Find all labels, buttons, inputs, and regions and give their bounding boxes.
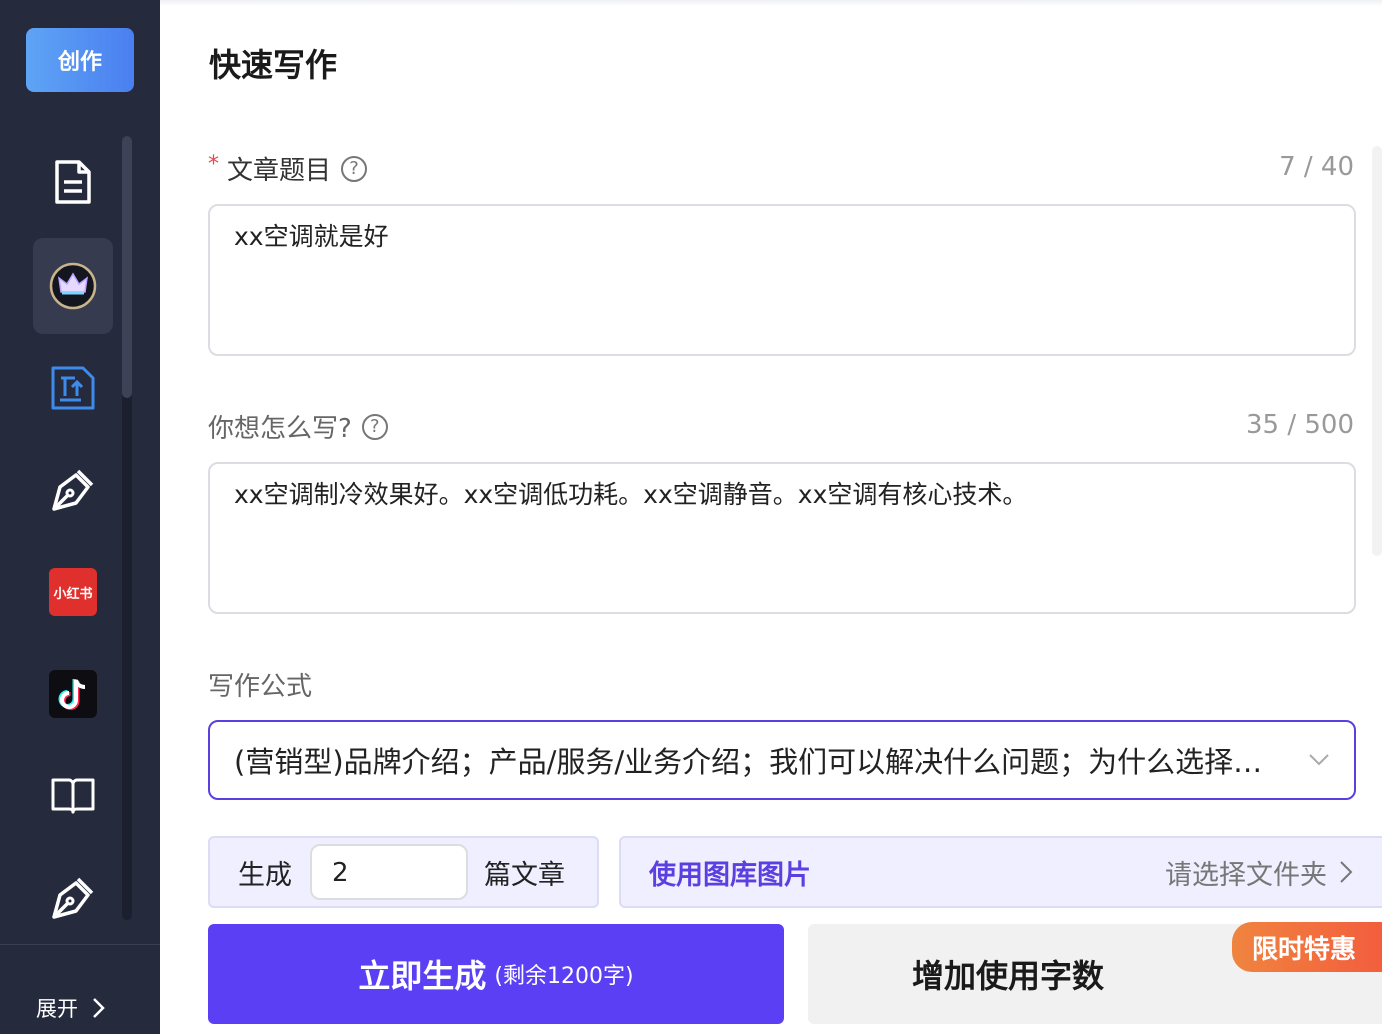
chevron-down-icon <box>1309 754 1329 766</box>
sidebar-item-crown[interactable] <box>33 238 113 334</box>
help-icon-2[interactable]: ? <box>361 413 388 440</box>
main-top-shadow <box>160 0 1382 6</box>
document-icon <box>55 160 91 204</box>
writing-formula-selected: (营销型)品牌介绍；产品/服务/业务介绍；我们可以解决什么问题；为什么选择我们 <box>234 745 1292 779</box>
crown-icon <box>49 262 97 310</box>
generate-now-button[interactable]: 立即生成 (剩余1200字) <box>208 924 784 1024</box>
how-to-write-label: 你想怎么写? ? <box>208 408 388 445</box>
how-to-write-label-text: 你想怎么写? <box>208 414 352 444</box>
page-title: 快速写作 <box>209 46 338 84</box>
generate-count-input[interactable]: 2 <box>310 844 468 900</box>
sidebar-scrollbar-thumb[interactable] <box>122 136 132 398</box>
gallery-folder-picker[interactable]: 请选择文件夹 <box>1165 853 1353 892</box>
promo-badge: 限时特惠 <box>1232 922 1382 972</box>
writing-formula-select[interactable]: (营销型)品牌介绍；产品/服务/业务介绍；我们可以解决什么问题；为什么选择我们 <box>208 720 1356 800</box>
sidebar-item-document[interactable] <box>33 134 113 230</box>
sidebar-item-text-convert[interactable] <box>33 340 113 436</box>
expand-sidebar-button[interactable]: 展开 <box>36 990 106 1026</box>
gallery-folder-select[interactable]: 使用图库图片 请选择文件夹 <box>619 836 1382 908</box>
sidebar-divider <box>0 944 160 945</box>
pen-icon-2 <box>52 877 94 919</box>
generate-count-suffix: 篇文章 <box>484 859 565 891</box>
article-title-label-text: 文章题目 <box>227 156 332 186</box>
sidebar-scrollbar[interactable] <box>122 136 132 920</box>
chevron-right-icon-2 <box>1340 861 1353 883</box>
sidebar-item-xiaohongshu[interactable]: 小红书 <box>33 544 113 640</box>
generate-count-prefix: 生成 <box>238 859 292 891</box>
how-to-write-counter: 35 / 500 <box>1246 410 1354 440</box>
xiaohongshu-logo: 小红书 <box>49 568 97 616</box>
tiktok-logo <box>49 670 97 718</box>
sidebar-item-pen[interactable] <box>33 442 113 538</box>
sidebar-item-tiktok[interactable] <box>33 646 113 742</box>
required-mark: * <box>208 152 219 177</box>
sidebar-item-book[interactable] <box>33 748 113 844</box>
main-scrollbar[interactable] <box>1372 146 1382 556</box>
sidebar-item-pen-2[interactable] <box>33 850 113 946</box>
gallery-folder-placeholder: 请选择文件夹 <box>1165 859 1327 891</box>
generate-remaining: (剩余1200字) <box>494 964 634 989</box>
writing-formula-label-text: 写作公式 <box>208 672 313 702</box>
article-title-input[interactable]: xx空调就是好 <box>208 204 1356 356</box>
generate-count-box: 生成 2 篇文章 <box>208 836 599 908</box>
writing-formula-label: 写作公式 <box>208 666 312 703</box>
help-icon[interactable]: ? <box>341 155 368 182</box>
gallery-label: 使用图库图片 <box>649 859 811 891</box>
how-to-write-input[interactable]: xx空调制冷效果好。xx空调低功耗。xx空调静音。xx空调有核心技术。 <box>208 462 1356 614</box>
text-convert-icon <box>51 366 95 410</box>
generate-now-label: 立即生成 <box>358 957 487 995</box>
pen-icon <box>52 469 94 511</box>
sidebar: 创作 小红书 展开 <box>0 0 160 1034</box>
article-title-label: * 文章题目 ? <box>208 150 368 187</box>
book-icon <box>51 778 95 814</box>
expand-label: 展开 <box>36 997 78 1021</box>
create-button[interactable]: 创作 <box>26 28 134 92</box>
chevron-right-icon <box>93 998 105 1018</box>
article-title-counter: 7 / 40 <box>1279 152 1354 182</box>
